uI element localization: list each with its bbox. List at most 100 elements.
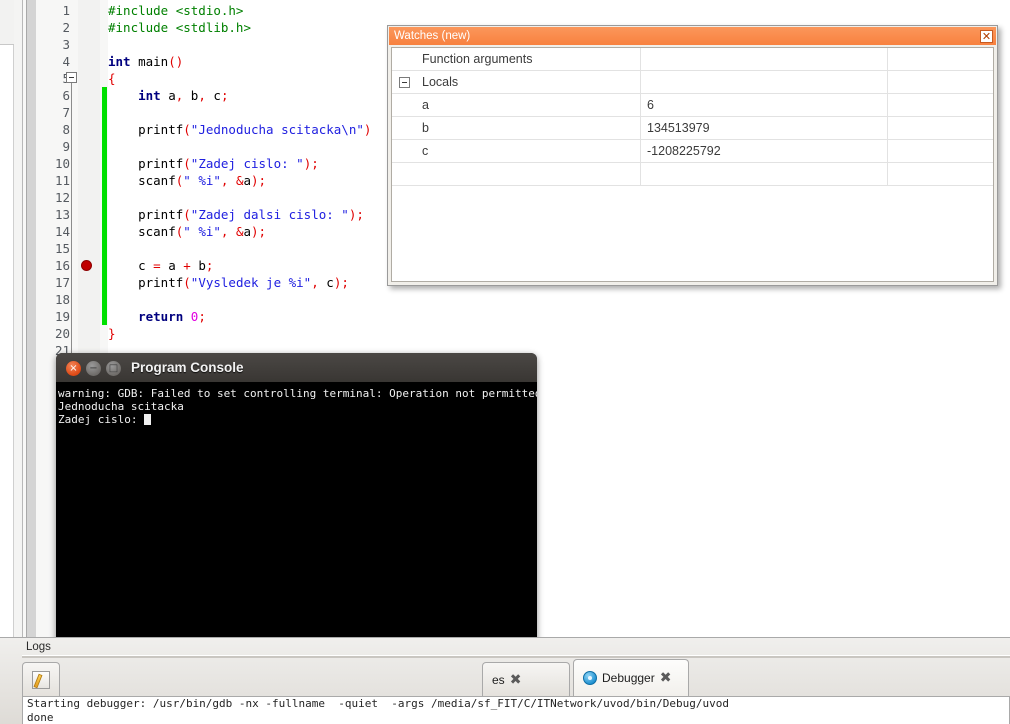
row-expander-cell[interactable] [392, 94, 416, 117]
code-token: b [183, 88, 198, 103]
table-row[interactable] [392, 163, 994, 186]
watch-value [641, 163, 888, 186]
code-token: "Zadej dalsi cislo: " [191, 207, 349, 222]
watch-type [888, 48, 995, 71]
watch-name: c [416, 140, 641, 163]
left-rail [0, 0, 23, 640]
line-number: 1 [36, 2, 70, 19]
watch-type [888, 71, 995, 94]
resize-grip[interactable] [983, 271, 995, 283]
row-expander-cell[interactable] [392, 71, 416, 94]
line-number: 12 [36, 189, 70, 206]
line-number: 2 [36, 19, 70, 36]
line-number: 8 [36, 121, 70, 138]
line-number: 11 [36, 172, 70, 189]
line-number: 18 [36, 291, 70, 308]
code-line[interactable]: c = a + b; [108, 257, 213, 274]
close-icon[interactable]: ✖ [510, 672, 522, 688]
tab-inner [23, 663, 59, 696]
fold-guide-line [71, 82, 72, 354]
watches-window[interactable]: Watches (new) ✕ Function argumentsLocals… [387, 25, 998, 286]
code-line[interactable]: int main() [108, 53, 183, 70]
watches-titlebar[interactable]: Watches (new) ✕ [389, 27, 996, 45]
tab-debugger[interactable]: Debugger✖ [573, 659, 689, 696]
line-number: 19 [36, 308, 70, 325]
collapse-icon[interactable] [399, 77, 410, 88]
code-line[interactable]: scanf(" %i", &a); [108, 172, 266, 189]
code-line[interactable]: } [108, 325, 116, 342]
logs-label: Logs [26, 641, 51, 653]
line-number: 17 [36, 274, 70, 291]
code-token: a [244, 224, 252, 239]
line-number: 15 [36, 240, 70, 257]
watch-name [416, 163, 641, 186]
close-icon[interactable]: ✕ [980, 30, 993, 43]
code-token: + [183, 258, 191, 273]
code-token: "Zadej cislo: " [191, 156, 304, 171]
table-row[interactable]: Function arguments [392, 48, 994, 71]
close-icon[interactable]: × [66, 361, 81, 376]
tab-es[interactable]: es✖ [482, 662, 570, 696]
code-token: ); [251, 224, 266, 239]
watch-name: b [416, 117, 641, 140]
code-line[interactable]: #include <stdlib.h> [108, 19, 251, 36]
code-token: & [236, 173, 244, 188]
code-token: ; [198, 309, 206, 324]
code-token: int [108, 54, 131, 69]
close-icon[interactable]: ✖ [660, 670, 672, 686]
code-line[interactable]: printf("Jednoducha scitacka\n") [108, 121, 371, 138]
code-token: printf [108, 275, 183, 290]
row-expander-cell[interactable] [392, 48, 416, 71]
maximize-icon[interactable]: □ [106, 361, 121, 376]
code-token: " %i" [183, 173, 221, 188]
code-line[interactable]: printf("Vysledek je %i", c); [108, 274, 349, 291]
line-number: 20 [36, 325, 70, 342]
code-token: & [236, 224, 244, 239]
code-token: ); [349, 207, 364, 222]
code-line[interactable]: { [108, 70, 116, 87]
bottom-tab-bar[interactable]: es✖Debugger✖ [22, 659, 1010, 696]
code-token: () [168, 54, 183, 69]
tab-editor[interactable] [22, 662, 60, 696]
minimize-icon[interactable]: − [86, 361, 101, 376]
line-number: 3 [36, 36, 70, 53]
code-token: c [319, 275, 334, 290]
changed-lines-bar [102, 87, 107, 325]
watch-value: 6 [641, 94, 888, 117]
code-token: ; [221, 88, 229, 103]
left-rail-panel [0, 14, 14, 640]
code-line[interactable]: printf("Zadej dalsi cislo: "); [108, 206, 364, 223]
row-expander-cell[interactable] [392, 117, 416, 140]
console-titlebar[interactable]: × − □ Program Console [56, 353, 537, 383]
code-token: scanf [108, 173, 176, 188]
code-token: printf [108, 207, 183, 222]
code-line[interactable]: return 0; [108, 308, 206, 325]
code-token: int [138, 88, 161, 103]
row-expander-cell[interactable] [392, 163, 416, 186]
watches-content[interactable]: Function argumentsLocalsa6b134513979c-12… [391, 47, 994, 282]
line-number: 10 [36, 155, 70, 172]
table-row[interactable]: a6 [392, 94, 994, 117]
table-row[interactable]: c-1208225792 [392, 140, 994, 163]
row-expander-cell[interactable] [392, 140, 416, 163]
code-line[interactable]: printf("Zadej cislo: "); [108, 155, 319, 172]
code-token: ) [364, 122, 372, 137]
tab-inner: Debugger✖ [574, 660, 680, 696]
table-row[interactable]: b134513979 [392, 117, 994, 140]
fold-collapse-icon[interactable] [66, 72, 77, 83]
code-token: printf [108, 156, 183, 171]
code-line[interactable]: scanf(" %i", &a); [108, 223, 266, 240]
code-token [228, 224, 236, 239]
debugger-log-pane[interactable]: Starting debugger: /usr/bin/gdb -nx -ful… [22, 696, 1010, 724]
code-line[interactable]: #include <stdio.h> [108, 2, 243, 19]
table-row[interactable]: Locals [392, 71, 994, 94]
console-title-text: Program Console [131, 353, 244, 382]
close-glyph: × [66, 361, 81, 376]
code-token: ( [183, 122, 191, 137]
code-token [108, 309, 138, 324]
breakpoint-icon[interactable] [81, 260, 92, 271]
code-line[interactable]: int a, b, c; [108, 87, 228, 104]
log-line: Starting debugger: /usr/bin/gdb -nx -ful… [27, 697, 1009, 711]
code-token: ); [334, 275, 349, 290]
console-line: warning: GDB: Failed to set controlling … [58, 387, 537, 400]
